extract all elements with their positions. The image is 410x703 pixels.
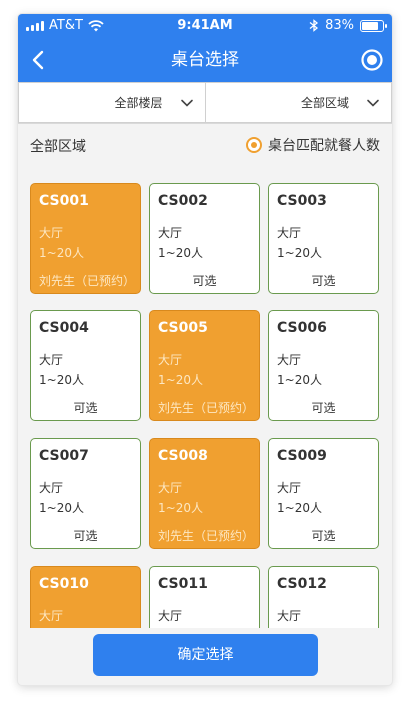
table-code: CS003 <box>277 193 327 209</box>
table-capacity: 1~20人 <box>39 373 84 387</box>
page-title: 桌台选择 <box>171 50 239 70</box>
table-hall: 大厅 <box>39 353 64 367</box>
radio-selected-icon <box>246 137 262 153</box>
table-capacity: 1~20人 <box>158 246 203 260</box>
status-bar: AT&T 9:41AM 83% <box>18 14 392 38</box>
table-code: CS008 <box>158 448 208 464</box>
table-capacity: 1~20人 <box>39 501 84 515</box>
table-capacity: 1~20人 <box>158 501 203 515</box>
table-status: 可选 <box>73 529 98 543</box>
table-hall: 大厅 <box>39 609 64 623</box>
table-card[interactable]: CS011 大厅 1~20人 <box>149 566 260 628</box>
bluetooth-icon <box>309 19 319 32</box>
table-card[interactable]: CS005 大厅 1~20人刘先生（已预约） <box>149 310 260 421</box>
table-card[interactable]: CS001 大厅 1~20人刘先生（已预约） <box>30 183 141 294</box>
table-card[interactable]: CS003 大厅 1~20人可选 <box>268 183 379 294</box>
table-status: 刘先生（已预约） <box>39 274 136 288</box>
table-code: CS002 <box>158 193 208 209</box>
area-label: 全部区域 <box>30 139 86 155</box>
chevron-down-icon <box>367 99 379 107</box>
table-hall: 大厅 <box>39 481 64 495</box>
table-hall: 大厅 <box>158 353 183 367</box>
table-capacity: 1~20人 <box>39 627 84 628</box>
table-capacity: 1~20人 <box>39 246 84 260</box>
floor-filter-label: 全部楼层 <box>114 96 163 110</box>
table-capacity: 1~20人 <box>277 246 322 260</box>
table-code: CS009 <box>277 448 327 464</box>
confirm-button[interactable]: 确定选择 <box>93 634 318 676</box>
table-status: 可选 <box>192 274 217 288</box>
phone-screen: AT&T 9:41AM 83% 桌台选择 全部楼层 全部区域 全部区域 桌台匹配… <box>18 14 392 685</box>
table-capacity: 1~20人 <box>277 373 322 387</box>
table-code: CS010 <box>39 576 89 592</box>
table-hall: 大厅 <box>277 481 302 495</box>
table-status: 可选 <box>73 401 98 415</box>
table-code: CS012 <box>277 576 327 592</box>
table-hall: 大厅 <box>277 609 302 623</box>
table-hall: 大厅 <box>39 226 64 240</box>
table-card[interactable]: CS007 大厅 1~20人可选 <box>30 438 141 549</box>
table-hall: 大厅 <box>158 226 183 240</box>
table-card[interactable]: CS008 大厅 1~20人刘先生（已预约） <box>149 438 260 549</box>
nav-bar: 桌台选择 <box>18 38 392 82</box>
table-capacity: 1~20人 <box>158 373 203 387</box>
battery-icon <box>360 19 387 32</box>
table-card[interactable]: CS004 大厅 1~20人可选 <box>30 310 141 421</box>
status-right: 83% <box>309 18 387 33</box>
table-status: 可选 <box>311 529 336 543</box>
area-filter-dropdown[interactable]: 全部区域 <box>205 82 392 123</box>
table-card[interactable]: CS006 大厅 1~20人可选 <box>268 310 379 421</box>
table-capacity: 1~20人 <box>277 627 322 628</box>
table-status: 可选 <box>311 401 336 415</box>
table-status: 可选 <box>311 274 336 288</box>
table-hall: 大厅 <box>277 353 302 367</box>
table-code: CS007 <box>39 448 89 464</box>
table-status: 刘先生（已预约） <box>158 529 255 543</box>
area-filter-label: 全部区域 <box>300 96 349 110</box>
table-code: CS004 <box>39 320 89 336</box>
table-card[interactable]: CS012 大厅 1~20人 <box>268 566 379 628</box>
table-grid: CS001 大厅 1~20人 刘先生（已预约） CS002 大厅 1~20人 可选 CS003 大… <box>18 164 392 628</box>
area-row: 全部区域 桌台匹配就餐人数 <box>18 124 392 164</box>
table-status: 刘先生（已预约） <box>158 401 255 415</box>
table-capacity: 1~20人 <box>158 627 203 628</box>
table-card[interactable]: CS002 大厅 1~20人可选 <box>149 183 260 294</box>
chevron-down-icon <box>180 99 193 107</box>
table-code: CS005 <box>158 320 208 336</box>
match-party-size-toggle[interactable]: 桌台匹配就餐人数 <box>246 135 380 155</box>
table-code: CS001 <box>39 193 89 209</box>
floor-filter-dropdown[interactable]: 全部楼层 <box>18 82 206 123</box>
battery-percent: 83% <box>325 18 354 33</box>
table-capacity: 1~20人 <box>277 501 322 515</box>
table-hall: 大厅 <box>158 609 183 623</box>
battery-level <box>362 21 378 30</box>
table-card[interactable]: CS009 大厅 1~20人可选 <box>268 438 379 549</box>
table-code: CS006 <box>277 320 327 336</box>
match-party-size-label: 桌台匹配就餐人数 <box>268 138 380 154</box>
table-hall: 大厅 <box>158 481 183 495</box>
record-icon[interactable] <box>360 48 384 72</box>
filter-bar: 全部楼层 全部区域 <box>18 82 392 124</box>
table-code: CS011 <box>158 576 208 592</box>
table-hall: 大厅 <box>277 226 302 240</box>
table-card[interactable]: CS010 大厅 1~20人 <box>30 566 141 628</box>
